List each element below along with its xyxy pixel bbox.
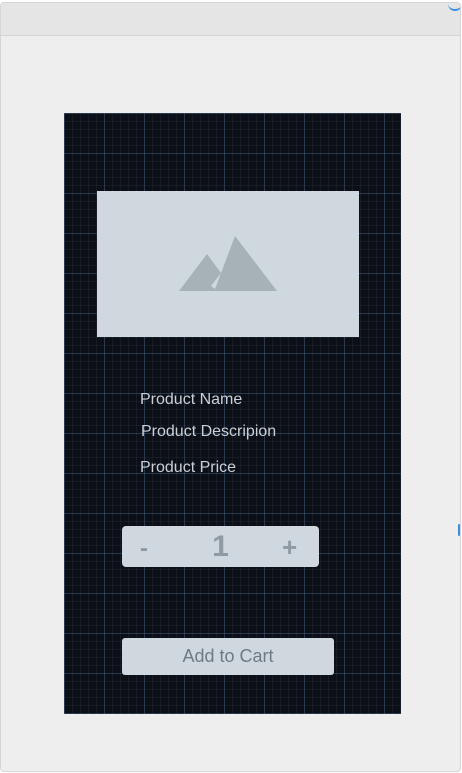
product-price: Product Price (140, 459, 237, 476)
product-name: Product Name (140, 391, 243, 408)
mountain-image-icon (179, 236, 277, 291)
product-image-placeholder (97, 191, 359, 337)
product-card-canvas: Product Name Product Descripion Product … (64, 113, 401, 714)
add-to-cart-button[interactable]: Add to Cart (122, 638, 334, 675)
app-window: Product Name Product Descripion Product … (0, 2, 461, 772)
scroll-indicator[interactable] (458, 524, 460, 536)
resize-handle[interactable] (448, 3, 460, 11)
quantity-stepper: 1 - + (122, 526, 319, 567)
title-bar (1, 3, 460, 36)
product-description: Product Descripion (141, 423, 277, 440)
increment-button[interactable]: + (282, 532, 297, 563)
decrement-button[interactable]: - (140, 535, 148, 563)
